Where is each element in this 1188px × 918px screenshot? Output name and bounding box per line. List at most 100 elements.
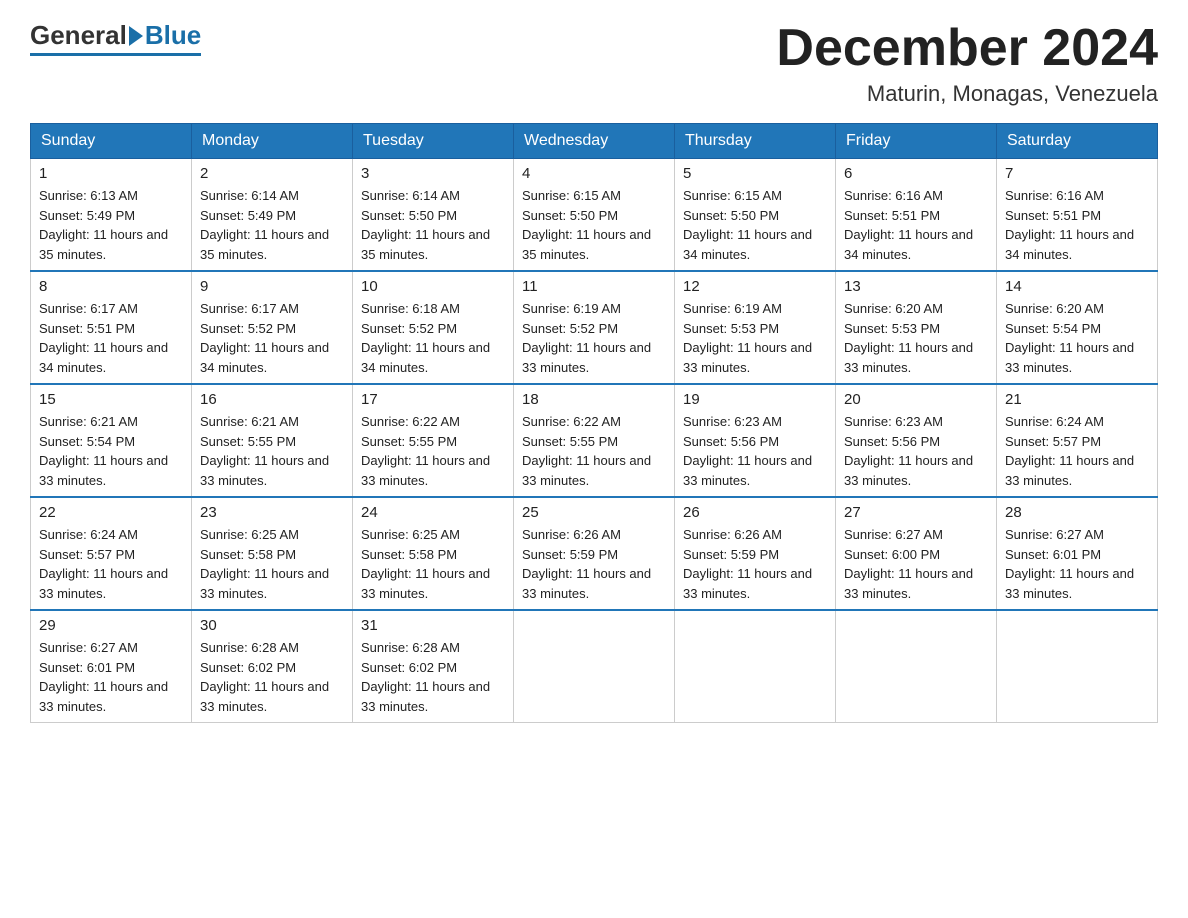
- day-number: 27: [844, 504, 988, 521]
- day-info: Sunrise: 6:19 AMSunset: 5:53 PMDaylight:…: [683, 299, 827, 377]
- header-tuesday: Tuesday: [353, 124, 514, 159]
- day-info: Sunrise: 6:22 AMSunset: 5:55 PMDaylight:…: [522, 412, 666, 490]
- table-row: 25 Sunrise: 6:26 AMSunset: 5:59 PMDayligh…: [514, 497, 675, 610]
- table-row: 13 Sunrise: 6:20 AMSunset: 5:53 PMDayligh…: [836, 271, 997, 384]
- table-row: 31Sunrise: 6:28 AMSunset: 6:02 PMDayligh…: [353, 610, 514, 723]
- table-row: 16 Sunrise: 6:21 AMSunset: 5:55 PMDayligh…: [192, 384, 353, 497]
- day-number: 14: [1005, 278, 1149, 295]
- page-header: General Blue December 2024 Maturin, Mona…: [30, 20, 1158, 107]
- day-info: Sunrise: 6:16 AMSunset: 5:51 PMDaylight:…: [1005, 186, 1149, 264]
- table-row: 7 Sunrise: 6:16 AMSunset: 5:51 PMDaylight…: [997, 159, 1158, 272]
- table-row: [997, 610, 1158, 723]
- day-info: Sunrise: 6:21 AMSunset: 5:55 PMDaylight:…: [200, 412, 344, 490]
- day-info: Sunrise: 6:26 AMSunset: 5:59 PMDaylight:…: [522, 525, 666, 603]
- day-info: Sunrise: 6:23 AMSunset: 5:56 PMDaylight:…: [844, 412, 988, 490]
- day-number: 3: [361, 165, 505, 182]
- day-info: Sunrise: 6:15 AMSunset: 5:50 PMDaylight:…: [683, 186, 827, 264]
- table-row: 9Sunrise: 6:17 AMSunset: 5:52 PMDaylight…: [192, 271, 353, 384]
- table-row: 6 Sunrise: 6:16 AMSunset: 5:51 PMDaylight…: [836, 159, 997, 272]
- table-row: 10 Sunrise: 6:18 AMSunset: 5:52 PMDayligh…: [353, 271, 514, 384]
- table-row: 1Sunrise: 6:13 AMSunset: 5:49 PMDaylight…: [31, 159, 192, 272]
- day-number: 26: [683, 504, 827, 521]
- table-row: 27 Sunrise: 6:27 AMSunset: 6:00 PMDayligh…: [836, 497, 997, 610]
- day-info: Sunrise: 6:27 AMSunset: 6:01 PMDaylight:…: [1005, 525, 1149, 603]
- day-info: Sunrise: 6:20 AMSunset: 5:53 PMDaylight:…: [844, 299, 988, 377]
- day-number: 25: [522, 504, 666, 521]
- table-row: 14 Sunrise: 6:20 AMSunset: 5:54 PMDayligh…: [997, 271, 1158, 384]
- day-number: 20: [844, 391, 988, 408]
- day-info: Sunrise: 6:27 AMSunset: 6:00 PMDaylight:…: [844, 525, 988, 603]
- table-row: 28 Sunrise: 6:27 AMSunset: 6:01 PMDayligh…: [997, 497, 1158, 610]
- day-number: 28: [1005, 504, 1149, 521]
- day-info: Sunrise: 6:25 AMSunset: 5:58 PMDaylight:…: [200, 525, 344, 603]
- location-subtitle: Maturin, Monagas, Venezuela: [776, 81, 1158, 107]
- day-info: Sunrise: 6:14 AMSunset: 5:50 PMDaylight:…: [361, 186, 505, 264]
- days-header-row: Sunday Monday Tuesday Wednesday Thursday…: [31, 124, 1158, 159]
- day-number: 11: [522, 278, 666, 295]
- table-row: 8 Sunrise: 6:17 AMSunset: 5:51 PMDaylight…: [31, 271, 192, 384]
- day-number: 15: [39, 391, 183, 408]
- table-row: 2 Sunrise: 6:14 AMSunset: 5:49 PMDaylight…: [192, 159, 353, 272]
- table-row: 3 Sunrise: 6:14 AMSunset: 5:50 PMDaylight…: [353, 159, 514, 272]
- day-info: Sunrise: 6:23 AMSunset: 5:56 PMDaylight:…: [683, 412, 827, 490]
- header-thursday: Thursday: [675, 124, 836, 159]
- table-row: 21Sunrise: 6:24 AMSunset: 5:57 PMDayligh…: [997, 384, 1158, 497]
- calendar-table: Sunday Monday Tuesday Wednesday Thursday…: [30, 123, 1158, 723]
- day-number: 19: [683, 391, 827, 408]
- day-number: 30: [200, 617, 344, 634]
- table-row: 20 Sunrise: 6:23 AMSunset: 5:56 PMDayligh…: [836, 384, 997, 497]
- day-number: 10: [361, 278, 505, 295]
- day-number: 31: [361, 617, 505, 634]
- day-number: 16: [200, 391, 344, 408]
- day-number: 8: [39, 278, 183, 295]
- day-info: Sunrise: 6:16 AMSunset: 5:51 PMDaylight:…: [844, 186, 988, 264]
- title-block: December 2024 Maturin, Monagas, Venezuel…: [776, 20, 1158, 107]
- day-info: Sunrise: 6:17 AMSunset: 5:51 PMDaylight:…: [39, 299, 183, 377]
- day-info: Sunrise: 6:21 AMSunset: 5:54 PMDaylight:…: [39, 412, 183, 490]
- table-row: 4 Sunrise: 6:15 AMSunset: 5:50 PMDaylight…: [514, 159, 675, 272]
- table-row: 12 Sunrise: 6:19 AMSunset: 5:53 PMDayligh…: [675, 271, 836, 384]
- logo-general-text: General: [30, 20, 127, 51]
- calendar-week-1: 1Sunrise: 6:13 AMSunset: 5:49 PMDaylight…: [31, 159, 1158, 272]
- logo-underline: [30, 53, 201, 56]
- day-number: 12: [683, 278, 827, 295]
- day-number: 2: [200, 165, 344, 182]
- month-title: December 2024: [776, 20, 1158, 77]
- day-number: 1: [39, 165, 183, 182]
- day-number: 6: [844, 165, 988, 182]
- day-number: 4: [522, 165, 666, 182]
- day-info: Sunrise: 6:14 AMSunset: 5:49 PMDaylight:…: [200, 186, 344, 264]
- day-info: Sunrise: 6:19 AMSunset: 5:52 PMDaylight:…: [522, 299, 666, 377]
- header-wednesday: Wednesday: [514, 124, 675, 159]
- table-row: 26Sunrise: 6:26 AMSunset: 5:59 PMDayligh…: [675, 497, 836, 610]
- header-friday: Friday: [836, 124, 997, 159]
- calendar-week-5: 29Sunrise: 6:27 AMSunset: 6:01 PMDayligh…: [31, 610, 1158, 723]
- day-number: 24: [361, 504, 505, 521]
- day-info: Sunrise: 6:28 AMSunset: 6:02 PMDaylight:…: [200, 638, 344, 716]
- calendar-week-2: 8 Sunrise: 6:17 AMSunset: 5:51 PMDaylight…: [31, 271, 1158, 384]
- day-info: Sunrise: 6:17 AMSunset: 5:52 PMDaylight:…: [200, 299, 344, 377]
- day-info: Sunrise: 6:20 AMSunset: 5:54 PMDaylight:…: [1005, 299, 1149, 377]
- table-row: [836, 610, 997, 723]
- table-row: 15 Sunrise: 6:21 AMSunset: 5:54 PMDayligh…: [31, 384, 192, 497]
- calendar-week-3: 15 Sunrise: 6:21 AMSunset: 5:54 PMDayligh…: [31, 384, 1158, 497]
- day-info: Sunrise: 6:24 AMSunset: 5:57 PMDaylight:…: [39, 525, 183, 603]
- day-info: Sunrise: 6:22 AMSunset: 5:55 PMDaylight:…: [361, 412, 505, 490]
- day-number: 7: [1005, 165, 1149, 182]
- day-info: Sunrise: 6:15 AMSunset: 5:50 PMDaylight:…: [522, 186, 666, 264]
- day-info: Sunrise: 6:18 AMSunset: 5:52 PMDaylight:…: [361, 299, 505, 377]
- calendar-body: 1Sunrise: 6:13 AMSunset: 5:49 PMDaylight…: [31, 159, 1158, 723]
- logo-blue-text: Blue: [145, 20, 201, 51]
- table-row: 22Sunrise: 6:24 AMSunset: 5:57 PMDayligh…: [31, 497, 192, 610]
- day-number: 13: [844, 278, 988, 295]
- header-sunday: Sunday: [31, 124, 192, 159]
- table-row: 19 Sunrise: 6:23 AMSunset: 5:56 PMDayligh…: [675, 384, 836, 497]
- day-number: 17: [361, 391, 505, 408]
- table-row: [675, 610, 836, 723]
- table-row: [514, 610, 675, 723]
- day-info: Sunrise: 6:24 AMSunset: 5:57 PMDaylight:…: [1005, 412, 1149, 490]
- day-number: 23: [200, 504, 344, 521]
- day-number: 5: [683, 165, 827, 182]
- day-number: 18: [522, 391, 666, 408]
- table-row: 5 Sunrise: 6:15 AMSunset: 5:50 PMDaylight…: [675, 159, 836, 272]
